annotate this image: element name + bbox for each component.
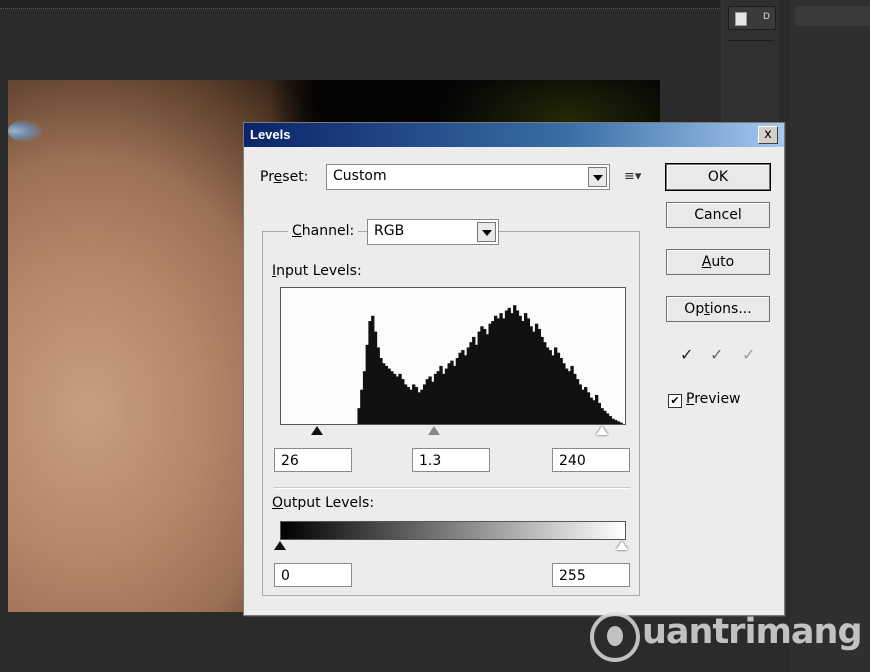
channel-value: RGB <box>374 223 405 239</box>
output-white-field[interactable]: 255 <box>552 563 630 587</box>
document-tab-strip <box>0 0 720 9</box>
white-point-slider[interactable] <box>596 426 608 435</box>
panel-divider <box>728 40 774 41</box>
input-black-field[interactable]: 26 <box>274 448 352 472</box>
preset-options-icon[interactable]: ≡▾ <box>624 169 641 184</box>
gamma-slider[interactable] <box>428 426 440 435</box>
black-point-eyedropper-icon[interactable]: ✓ <box>680 345 693 364</box>
levels-dialog: Levels x Preset: Custom ≡▾ Channel: RGB … <box>243 122 785 616</box>
chevron-down-icon[interactable] <box>477 222 496 242</box>
black-point-slider[interactable] <box>311 426 323 435</box>
input-levels-label: Input Levels: <box>272 263 362 279</box>
input-gamma-field[interactable]: 1.3 <box>412 448 490 472</box>
levels-divider <box>274 487 630 489</box>
preset-label: Preset: <box>260 169 309 185</box>
preview-label[interactable]: Preview <box>686 391 741 407</box>
close-icon: x <box>764 127 772 142</box>
ok-button[interactable]: OK <box>665 163 771 191</box>
panel-tab[interactable]: D <box>728 6 776 30</box>
auto-button[interactable]: Auto <box>666 249 770 275</box>
watermark-text: uantrimang <box>642 612 862 652</box>
close-button[interactable]: x <box>758 126 778 144</box>
preset-value: Custom <box>333 168 387 184</box>
options-button[interactable]: Options... <box>666 296 770 322</box>
histogram-chart <box>357 305 623 424</box>
preview-checkbox[interactable]: ✔ <box>668 394 682 408</box>
canvas-eye-detail <box>8 120 42 142</box>
white-point-eyedropper-icon[interactable]: ✓ <box>742 345 755 364</box>
side-panel <box>790 0 870 672</box>
chevron-down-icon[interactable] <box>588 167 607 187</box>
preset-dropdown[interactable]: Custom <box>326 164 610 190</box>
output-black-field[interactable]: 0 <box>274 563 352 587</box>
output-gradient-bar <box>280 521 626 540</box>
watermark-logo-icon <box>590 612 640 662</box>
input-white-field[interactable]: 240 <box>552 448 630 472</box>
dialog-title: Levels <box>250 127 291 142</box>
document-icon <box>735 12 747 26</box>
panel-tab-letter: D <box>763 12 770 22</box>
output-black-slider[interactable] <box>274 541 286 550</box>
channel-label: Channel: <box>288 223 359 239</box>
output-levels-label: Output Levels: <box>272 495 375 511</box>
side-panel-header <box>795 6 870 26</box>
output-white-slider[interactable] <box>616 541 628 550</box>
input-levels-slider[interactable] <box>280 423 624 437</box>
histogram <box>280 287 626 425</box>
gray-point-eyedropper-icon[interactable]: ✓ <box>710 345 723 364</box>
channel-dropdown[interactable]: RGB <box>367 219 499 245</box>
cancel-button[interactable]: Cancel <box>666 202 770 228</box>
dialog-titlebar[interactable]: Levels x <box>244 123 784 147</box>
